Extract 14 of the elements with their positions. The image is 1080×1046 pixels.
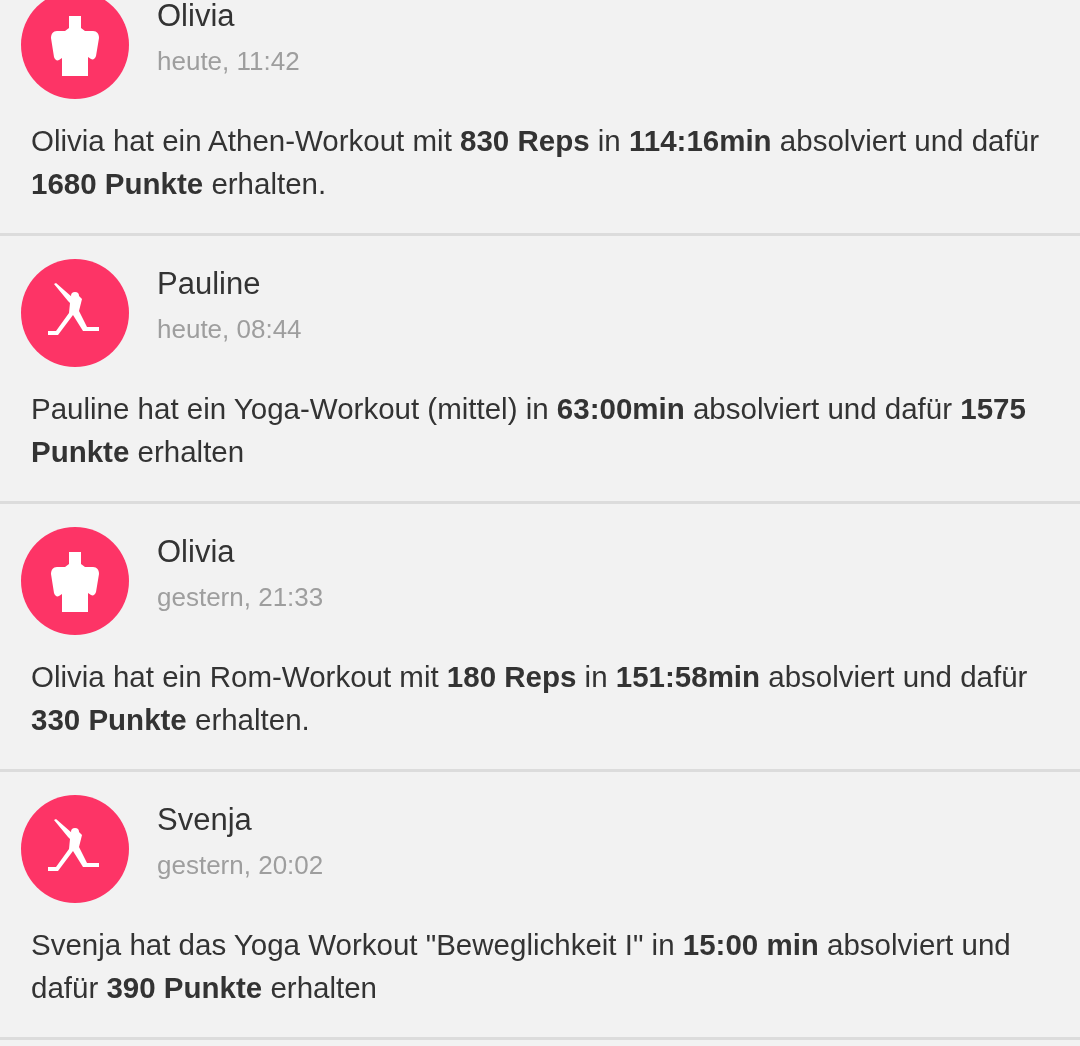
user-name: Svenja xyxy=(157,801,253,839)
torso-icon xyxy=(50,550,100,612)
user-name: Olivia xyxy=(157,533,236,571)
activity-text: Pauline hat ein Yoga-Workout (mittel) in 63:00min absolviert und dafür 1575 Punkte erhalten xyxy=(31,391,1027,470)
timestamp: heute, 11:42 xyxy=(157,45,300,79)
timestamp: heute, 08:44 xyxy=(157,313,302,347)
torso-icon xyxy=(50,14,100,76)
user-name: Pauline xyxy=(157,265,262,303)
timestamp: gestern, 21:33 xyxy=(157,581,324,615)
user-name: Olivia xyxy=(157,0,236,35)
activity-text: Olivia hat ein Rom-Workout mit 180 Reps in 151:58min absolviert und dafür 330 Punkte erhalten. xyxy=(31,659,1029,738)
activity-text: Svenja hat das Yoga Workout "Beweglichkeit I" in 15:00 min absolviert und dafür 390 Punkte erhalten xyxy=(31,927,1012,1006)
activity-text: Olivia hat ein Athen-Workout mit 830 Reps in 114:16min absolviert und dafür 1680 Punkte erhalten. xyxy=(31,123,1040,202)
timestamp: gestern, 20:02 xyxy=(157,849,324,883)
